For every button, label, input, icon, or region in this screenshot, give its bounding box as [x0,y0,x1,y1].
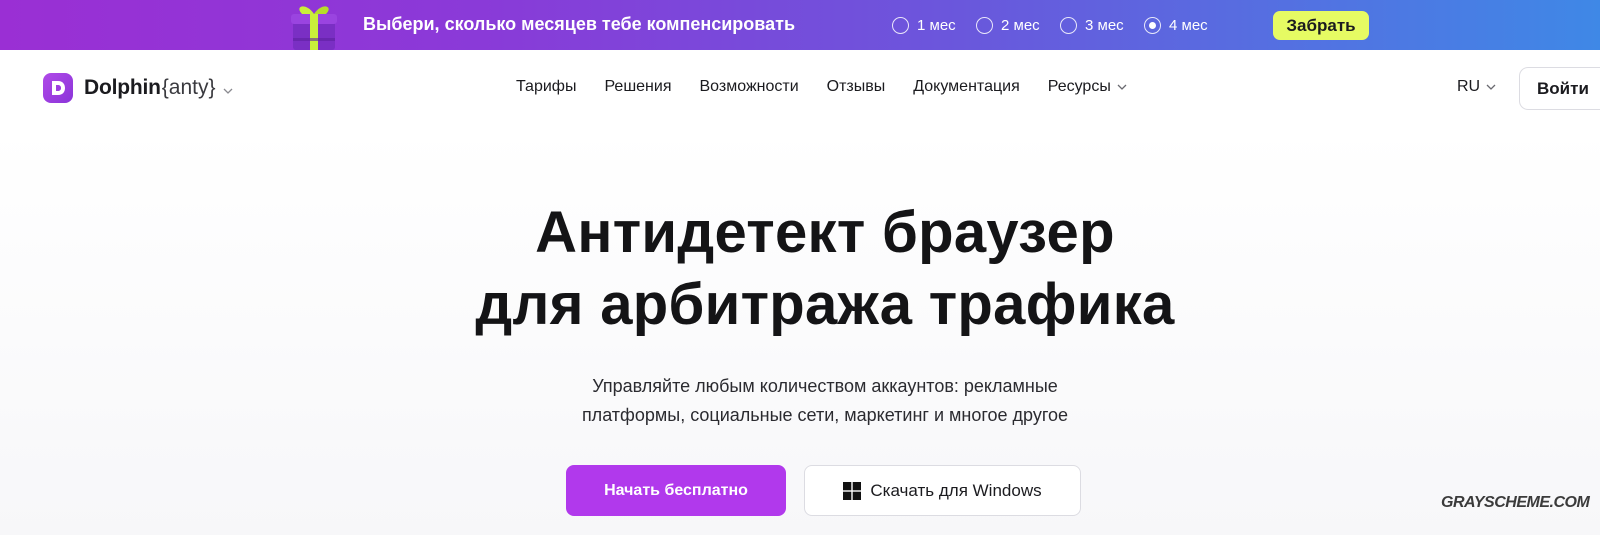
hero-subtitle-line: платформы, социальные сети, маркетинг и … [581,405,1069,425]
radio-option-3[interactable]: 3 мес [1060,15,1124,35]
windows-icon [843,481,862,500]
radio-circle[interactable] [976,16,993,34]
promo-banner: Выбери, сколько месяцев тебе компенсиров… [0,0,1600,50]
radio-label: 2 мес [1001,16,1040,34]
menu-item-solutions[interactable]: Решения [604,78,671,96]
logo-name: Dolphin [84,76,161,99]
radio-option-2[interactable]: 2 мес [976,15,1040,35]
promo-text: Выбери, сколько месяцев тебе компенсиров… [363,14,796,34]
radio-option-1[interactable]: 1 мес [892,15,956,35]
radio-circle-checked[interactable] [1144,16,1161,34]
chevron-down-icon[interactable] [223,81,233,99]
chevron-down-icon [1117,84,1127,90]
watermark: GRAYSCHEME.COM [1441,494,1590,511]
radio-circle[interactable] [1060,16,1077,34]
hero-title-line: для арбитража трафика [475,272,1175,337]
dolphin-logo-icon [43,73,73,103]
download-windows-button[interactable]: Скачать для Windows [804,465,1081,516]
language-selector[interactable]: RU [1457,78,1496,96]
radio-option-4[interactable]: 4 мес [1144,15,1208,35]
main-menu: Тарифы Решения Возможности Отзывы Докуме… [516,78,1127,96]
menu-item-resources[interactable]: Ресурсы [1048,78,1127,96]
hero-subtitle: Управляйте любым количеством аккаунтов: … [0,372,1600,430]
chevron-down-icon [1486,84,1496,90]
menu-item-features[interactable]: Возможности [700,78,799,96]
radio-label: 4 мес [1169,16,1208,34]
menu-item-resources-label: Ресурсы [1047,78,1111,95]
language-label: RU [1457,78,1481,95]
radio-label: 3 мес [1085,16,1124,34]
claim-button[interactable]: Забрать [1273,11,1369,40]
download-windows-label: Скачать для Windows [870,480,1042,500]
menu-item-reviews[interactable]: Отзывы [827,78,886,96]
login-button[interactable]: Войти [1519,67,1600,110]
hero-title: Антидетект браузер для арбитража трафика [0,197,1600,341]
start-free-button[interactable]: Начать бесплатно [566,465,786,516]
radio-circle[interactable] [892,16,909,34]
menu-item-pricing[interactable]: Тарифы [516,78,576,96]
hero-subtitle-line: Управляйте любым количеством аккаунтов: … [592,376,1058,396]
logo-suffix: {anty} [161,76,216,99]
top-navigation: Dolphin {anty} Тарифы Решения Возможност… [0,50,1600,128]
hero-title-line: Антидетект браузер [535,200,1115,265]
menu-item-docs[interactable]: Документация [913,78,1019,96]
gift-icon [286,0,342,50]
logo[interactable]: Dolphin {anty} [43,73,233,103]
radio-label: 1 мес [917,16,956,34]
